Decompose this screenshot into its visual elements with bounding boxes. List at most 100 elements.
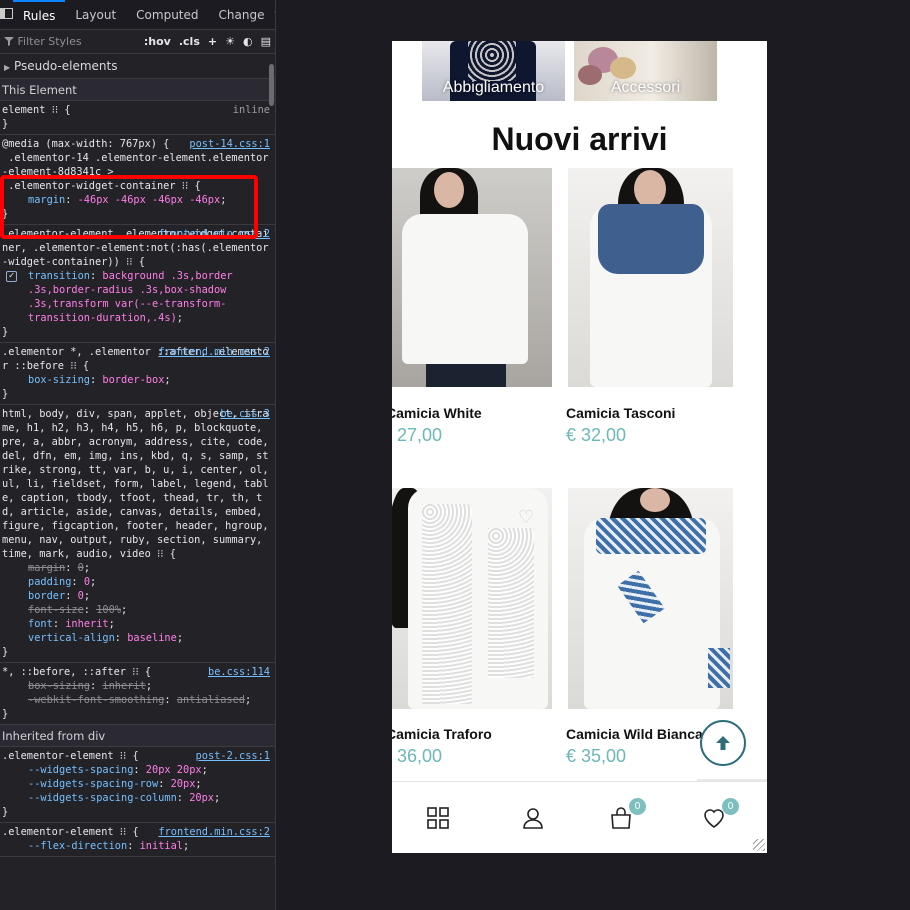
property-value[interactable]: initial [140,840,183,852]
product-name[interactable]: Camicia Tasconi [566,405,675,421]
css-declaration[interactable]: --widgets-spacing: 20px 20px; [2,763,273,777]
property-value[interactable]: 0 [84,576,90,588]
rule-source-link[interactable]: be.css:114 [208,665,270,679]
face-shape [634,170,666,208]
product-price: € 36,00 [392,746,443,766]
property-value[interactable]: 20px [171,778,196,790]
css-declaration[interactable]: --widgets-spacing-column: 20px; [2,791,273,805]
pseudo-elements-label: Pseudo-elements [13,59,118,73]
rule-source-link[interactable]: frontend.min.css:2 [158,345,270,359]
property-value[interactable]: -46px -46px -46px -46px [78,194,221,206]
css-rule: frontend.min.css:2 .elementor-element .el… [0,225,275,343]
property-name[interactable]: vertical-align [28,632,115,644]
property-name[interactable]: -webkit-font-smoothing [28,694,164,706]
inherited-header: Inherited from div [0,725,275,747]
pseudo-elements-toggle[interactable]: ▶ Pseudo-elements [0,54,275,79]
shop-grid-icon[interactable] [426,806,452,832]
filter-placeholder: Filter Styles [17,35,82,48]
rule-close-brace: } [2,708,9,720]
wishlist-heart-icon[interactable]: 0 [702,798,739,832]
declaration-checkbox[interactable]: ✓ [6,271,17,282]
dock-side-icon[interactable] [0,7,13,22]
product-image[interactable] [392,168,552,387]
tab-computed[interactable]: Computed [126,0,208,30]
product-name[interactable]: Camicia Traforo [392,726,492,742]
property-name[interactable]: --widgets-spacing [28,764,133,776]
rule-source-link[interactable]: be.css:3 [220,407,270,421]
devtools-scrollbar[interactable] [269,64,274,106]
css-declaration[interactable]: margin: -46px -46px -46px -46px; [2,193,273,207]
property-name[interactable]: --flex-direction [28,840,127,852]
property-name[interactable]: font [28,618,53,630]
rule-close-brace: } [2,806,9,818]
rule-source-link[interactable]: frontend.min.css:2 [158,227,270,241]
property-name[interactable]: --widgets-spacing-row [28,778,158,790]
css-declaration[interactable]: ✓ transition: background .3s,border .3s,b… [2,269,273,325]
css-declaration[interactable]: -webkit-font-smoothing: antialiased; [2,693,273,707]
css-declaration[interactable]: --flex-direction: initial; [2,839,273,853]
print-media-icon[interactable]: ▤ [261,35,271,48]
property-name[interactable]: border [28,590,65,602]
wishlist-heart-icon[interactable]: ♡ [518,508,538,526]
product-price: € 32,00 [566,425,627,445]
more-tabs-chevron-icon[interactable]: ▼ [274,10,275,20]
property-name[interactable]: margin [28,194,65,206]
property-value[interactable]: 20px [189,792,214,804]
light-theme-icon[interactable]: ☀ [225,35,235,48]
property-name[interactable]: transition [28,270,90,282]
tab-rules[interactable]: Rules [13,0,66,30]
css-declaration[interactable]: vertical-align: baseline; [2,631,273,645]
filter-styles-input[interactable]: Filter Styles [4,35,136,48]
css-declaration[interactable]: font-size: 100%; [2,603,273,617]
scroll-to-top-button[interactable] [700,720,746,766]
product-name[interactable]: Camicia Wild Bianca [566,726,703,742]
dark-theme-icon[interactable]: ◐ [243,35,253,48]
property-name[interactable]: margin [28,562,65,574]
css-declaration[interactable]: --widgets-spacing-row: 20px; [2,777,273,791]
css-declaration[interactable]: font: inherit; [2,617,273,631]
property-value[interactable]: baseline [127,632,177,644]
inherited-rules-list: post-2.css:1 .elementor-element ⁝⁝ {--wid… [0,747,275,857]
property-value[interactable]: antialiased [177,694,245,706]
property-name[interactable]: box-sizing [28,374,90,386]
tab-layout[interactable]: Layout [65,0,126,30]
rule-source-link[interactable]: frontend.min.css:2 [158,825,270,839]
property-value[interactable]: border-box [102,374,164,386]
css-rule: frontend.min.css:2 .elementor *, .element… [0,343,275,405]
lace-panel [422,504,472,704]
property-value[interactable]: 100% [96,604,121,616]
css-declaration[interactable]: border: 0; [2,589,273,603]
cart-bag-icon[interactable]: 0 [609,798,646,832]
add-rule-icon[interactable]: + [208,35,217,48]
css-declaration[interactable]: box-sizing: border-box; [2,373,273,387]
account-user-icon[interactable] [521,806,547,832]
property-name[interactable]: box-sizing [28,680,90,692]
css-declaration[interactable]: margin: 0; [2,561,273,575]
rule-selector[interactable]: html, body, div, span, applet, object, i… [2,407,273,561]
css-declaration[interactable]: box-sizing: inherit; [2,679,273,693]
hov-toggle[interactable]: :hov [144,35,171,48]
category-tile-clothing[interactable]: Abbigliamento [422,41,565,101]
category-tile-accessories[interactable]: Accessori [574,41,717,101]
tab-changes[interactable]: Change [209,0,275,30]
lace-panel [488,528,534,678]
css-rule: be.css:3 html, body, div, span, applet, o… [0,405,275,663]
rule-source-link[interactable]: post-14.css:1 [189,137,270,151]
product-image[interactable] [568,168,733,387]
product-name[interactable]: Camicia White [392,405,482,421]
property-name[interactable]: padding [28,576,71,588]
property-name[interactable]: font-size [28,604,84,616]
css-rule: post-2.css:1 .elementor-element ⁝⁝ {--wid… [0,747,275,823]
cls-toggle[interactable]: .cls [179,35,200,48]
property-name[interactable]: --widgets-spacing-column [28,792,177,804]
property-value[interactable]: 0 [78,590,84,602]
css-declaration[interactable]: padding: 0; [2,575,273,589]
product-image[interactable]: ♡ [392,488,552,709]
product-image[interactable] [568,488,733,709]
property-value[interactable]: inherit [65,618,108,630]
property-value[interactable]: inherit [102,680,145,692]
resize-handle[interactable] [753,839,765,851]
property-value[interactable]: 20px 20px [146,764,202,776]
property-value[interactable]: 0 [78,562,84,574]
rule-source-link[interactable]: post-2.css:1 [196,749,270,763]
